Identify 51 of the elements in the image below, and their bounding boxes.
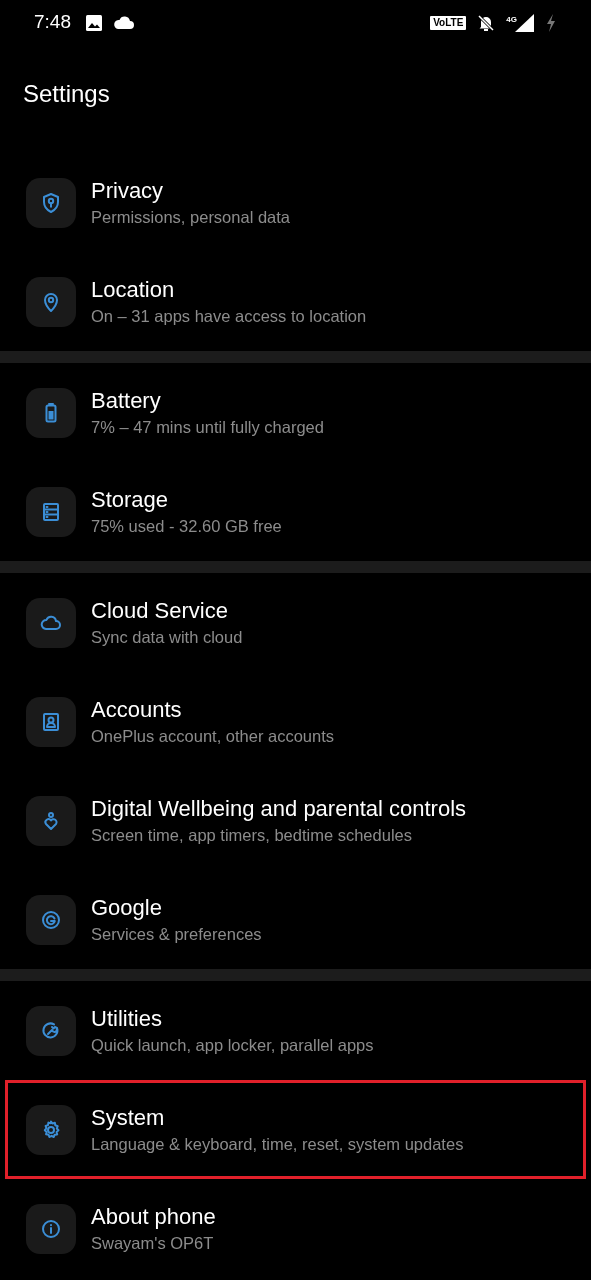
clock-time: 7:48 (34, 10, 71, 35)
item-subtitle: 75% used - 32.60 GB free (91, 515, 282, 537)
settings-item[interactable]: Cloud Service Sync data with cloud (5, 573, 586, 672)
location-pin-icon (26, 276, 76, 327)
item-subtitle: Permissions, personal data (91, 206, 290, 228)
item-subtitle: On – 31 apps have access to location (91, 305, 367, 327)
settings-item[interactable]: System Language & keyboard, time, reset, system updates (5, 1080, 586, 1179)
item-subtitle: Quick launch, app locker, parallel apps (91, 1034, 374, 1056)
item-title: Accounts (91, 695, 183, 724)
image-icon (85, 13, 103, 32)
settings-item[interactable]: Digital Wellbeing and parental controls Screen time, app timers, bedtime schedules (5, 771, 586, 870)
settings-item[interactable]: Storage 75% used - 32.60 GB free (5, 462, 586, 561)
item-subtitle: Screen time, app timers, bedtime schedules (91, 824, 413, 846)
shield-icon (26, 177, 76, 228)
item-title: System (91, 1103, 166, 1132)
account-icon (26, 696, 76, 747)
item-subtitle: Sync data with cloud (91, 626, 243, 648)
item-title: Google (91, 893, 163, 922)
settings-item[interactable]: Utilities Quick launch, app locker, parallel apps (5, 981, 586, 1080)
item-subtitle: Language & keyboard, time, reset, system updates (91, 1133, 464, 1155)
page-title: Settings (23, 79, 110, 109)
item-subtitle: 7% – 47 mins until fully charged (91, 416, 324, 438)
google-icon (26, 894, 76, 945)
settings-item[interactable]: Location On – 31 apps have access to location (5, 252, 586, 351)
storage-icon (26, 486, 76, 537)
network-type: 4G (506, 15, 517, 24)
settings-item[interactable]: About phone Swayam's OP6T (5, 1179, 586, 1278)
item-title: About phone (91, 1202, 216, 1231)
settings-item[interactable]: Privacy Permissions, personal data (5, 153, 586, 252)
settings-item[interactable]: Google Services & preferences (5, 870, 586, 969)
item-title: Battery (91, 386, 162, 415)
bell-off-icon (476, 12, 497, 33)
info-icon (26, 1203, 76, 1254)
heart-person-icon (26, 795, 76, 846)
charging-icon (545, 12, 557, 33)
cloud-icon (113, 15, 135, 30)
item-title: Digital Wellbeing and parental controls (91, 794, 467, 823)
volte-badge: VoLTE (430, 15, 467, 30)
item-title: Location (91, 275, 176, 304)
settings-item[interactable]: Accounts OnePlus account, other accounts (5, 672, 586, 771)
item-title: Privacy (91, 176, 165, 205)
item-title: Cloud Service (91, 596, 229, 625)
item-subtitle: OnePlus account, other accounts (91, 725, 335, 747)
item-subtitle: Services & preferences (91, 923, 262, 945)
settings-item[interactable]: Battery 7% – 47 mins until fully charged (5, 363, 586, 462)
item-title: Utilities (91, 1004, 163, 1033)
cloud-icon (26, 597, 76, 648)
settings-icon (26, 1104, 76, 1155)
battery-icon (26, 387, 76, 438)
item-subtitle: Swayam's OP6T (91, 1232, 215, 1254)
item-title: Storage (91, 485, 170, 514)
